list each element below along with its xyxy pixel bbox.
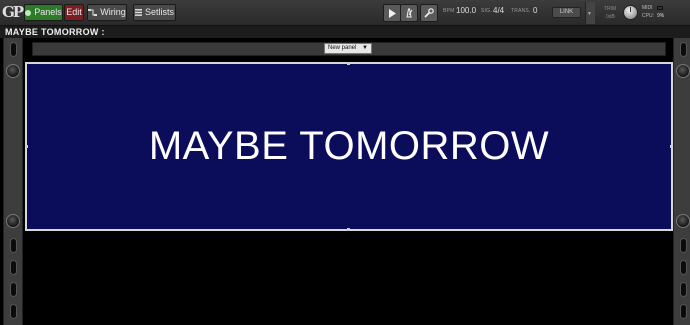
rack-slot: [680, 238, 687, 253]
play-button[interactable]: [383, 4, 401, 22]
panel-display[interactable]: MAYBE TOMORROW: [25, 62, 673, 231]
rack-screw-icon: [676, 64, 690, 78]
panel-label-text[interactable]: MAYBE TOMORROW: [27, 64, 671, 229]
play-icon: [389, 8, 396, 18]
wrench-icon: [424, 8, 434, 18]
setlists-label: Setlists: [144, 7, 174, 17]
chevron-down-icon: ▼: [362, 45, 368, 51]
resize-handle-top[interactable]: [347, 62, 350, 65]
rack-slot: [680, 304, 687, 319]
rack-screw-icon: [676, 214, 690, 228]
rack-slot: [10, 282, 17, 297]
signature-value[interactable]: 4/4: [493, 6, 504, 15]
wiring-label: Wiring: [100, 7, 126, 17]
rack-rail-left: [3, 38, 23, 325]
rack-screw-icon: [6, 64, 20, 78]
tools-button[interactable]: [420, 4, 438, 22]
panels-button[interactable]: Panels: [24, 4, 63, 21]
midi-label: MIDI: [642, 5, 653, 11]
link-button[interactable]: LINK: [552, 7, 581, 18]
rack-slot: [10, 238, 17, 253]
wiring-button[interactable]: Wiring: [87, 4, 127, 21]
resize-handle-left[interactable]: [25, 145, 28, 148]
app-logo: GP: [2, 3, 24, 21]
chevron-down-icon: ▼: [587, 11, 592, 17]
bpm-label: BPM: [443, 8, 455, 14]
rack-slot: [10, 42, 17, 57]
midi-activity-indicator: [657, 6, 663, 10]
setlists-button[interactable]: Setlists: [133, 4, 176, 21]
rack-slot: [10, 304, 17, 319]
resize-handle-bottom[interactable]: [347, 228, 350, 231]
cpu-value: 9%: [657, 13, 665, 19]
panel-selector-value: New panel: [328, 45, 357, 51]
transpose-value[interactable]: 0: [533, 6, 537, 15]
metronome-icon: [406, 8, 413, 18]
setlists-icon: [134, 9, 142, 16]
rack-area: New panel ▼ MAYBE TOMORROW: [0, 38, 690, 325]
rack-slot: [680, 42, 687, 57]
trim-value: 0dB: [606, 14, 615, 20]
trim-label: TRIM: [604, 6, 617, 12]
rack-screw-icon: [6, 214, 20, 228]
rack-rail-right: [673, 38, 690, 325]
edit-button[interactable]: Edit: [64, 4, 84, 21]
master-volume-knob[interactable]: [623, 5, 638, 20]
rackspace-title-bar: MAYBE TOMORROW :: [0, 26, 690, 38]
rackspace-title: MAYBE TOMORROW :: [5, 27, 105, 37]
panels-indicator-icon: [25, 9, 32, 16]
main-toolbar: GP Panels Edit Wiring Setlists BPM 100.0…: [0, 0, 690, 26]
rack-slot: [680, 282, 687, 297]
transpose-label: TRANS.: [511, 8, 531, 14]
signature-label: SIG.: [481, 8, 492, 14]
rack-slot: [10, 260, 17, 275]
rack-slot: [680, 260, 687, 275]
panels-label: Panels: [34, 7, 62, 17]
panel-selector[interactable]: New panel ▼: [324, 43, 372, 54]
wiring-icon: [88, 9, 98, 16]
metronome-button[interactable]: [400, 4, 418, 22]
cpu-label: CPU:: [642, 13, 654, 19]
bpm-value[interactable]: 100.0: [456, 6, 476, 15]
resize-handle-right[interactable]: [670, 145, 673, 148]
